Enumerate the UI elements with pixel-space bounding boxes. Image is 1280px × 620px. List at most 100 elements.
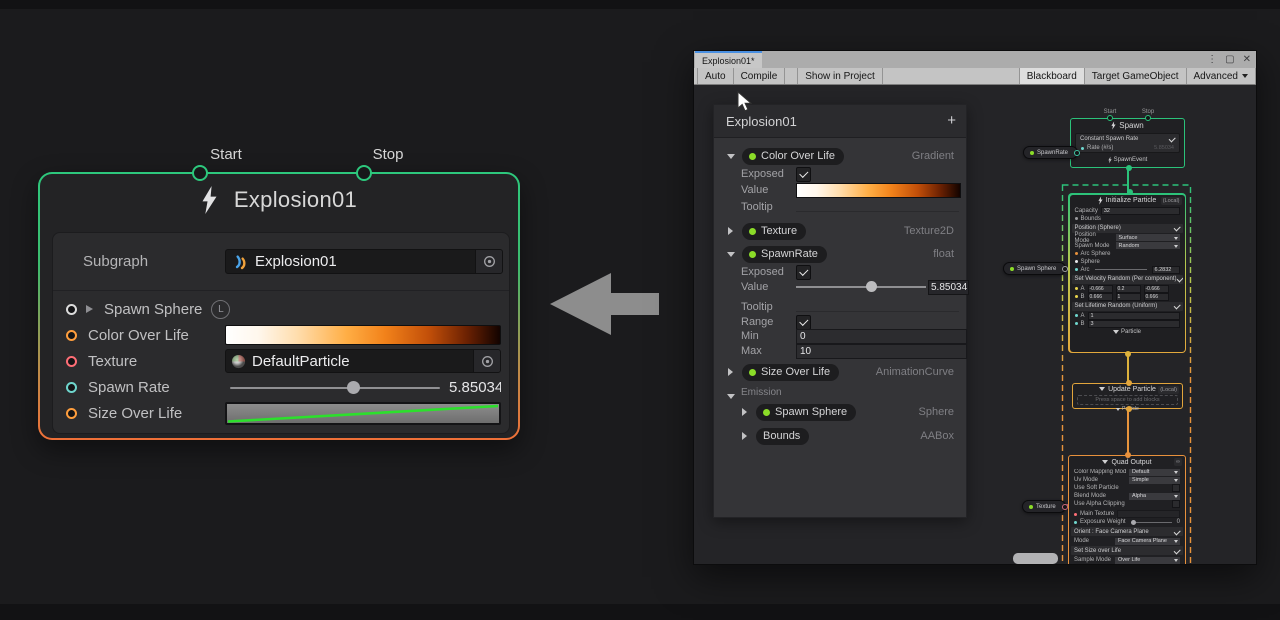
stop-flow-port[interactable] (356, 165, 372, 181)
spawn-stop-port[interactable] (1145, 115, 1151, 121)
quad-output-node[interactable]: Quad Output ∞ Color Mapping Mode Default… (1068, 455, 1186, 565)
a-y-field[interactable]: 0.2 (1116, 285, 1141, 293)
block-enabled-check-icon[interactable] (1169, 136, 1176, 143)
local-space-badge[interactable]: (Local) (1161, 197, 1182, 205)
orient-block[interactable]: Orient : Face Camera Plane (1071, 527, 1183, 536)
output-input-port[interactable] (1125, 452, 1131, 458)
exposure-weight-port[interactable] (1074, 521, 1077, 524)
param-row-texture[interactable]: Texture Texture2D (714, 222, 966, 240)
arc-sphere-port[interactable] (1075, 252, 1078, 255)
min-field[interactable]: 0 (796, 329, 967, 344)
blend-mode-dropdown[interactable]: Alpha (1129, 493, 1180, 500)
parameter-output-port[interactable] (1062, 504, 1068, 510)
slider-track[interactable] (230, 387, 440, 389)
blackboard-panel[interactable]: Explosion01 + Color Over Life Gradient E… (713, 104, 967, 518)
lifetime-b-field[interactable]: 3 (1088, 320, 1180, 328)
b-port[interactable] (1075, 322, 1078, 325)
position-mode-dropdown[interactable]: Surface (1116, 234, 1180, 241)
param-row-size-over-life[interactable]: Size Over Life AnimationCurve (714, 363, 966, 381)
soft-particle-checkbox[interactable] (1172, 484, 1180, 492)
local-space-badge[interactable]: (Local) (1158, 386, 1179, 394)
range-checkbox[interactable] (796, 315, 811, 330)
a-port[interactable] (1075, 287, 1078, 290)
update-output-port[interactable] (1126, 406, 1132, 412)
spawn-sphere-parameter-node[interactable]: Spawn Sphere (1003, 262, 1066, 275)
main-texture-field[interactable] (1117, 510, 1180, 518)
rate-port[interactable] (1081, 147, 1084, 150)
b-port[interactable] (1075, 295, 1078, 298)
render-state-badge[interactable]: ∞ (1174, 458, 1182, 466)
block-enabled-check-icon[interactable] (1173, 225, 1180, 232)
object-picker-button[interactable] (475, 250, 502, 273)
param-row-spawnrate[interactable]: SpawnRate float (714, 245, 966, 263)
chevron-down-icon[interactable] (727, 154, 735, 159)
particle-output[interactable]: Particle (1070, 328, 1185, 337)
param-pill[interactable]: Texture (742, 223, 806, 240)
arc-slider-track[interactable] (1095, 269, 1147, 270)
spawn-event-output[interactable]: SpawnEvent (1071, 155, 1184, 164)
spawn-context-node[interactable]: Start Stop Spawn Constant Spawn Rate Rat… (1070, 118, 1185, 168)
arc-value-field[interactable]: 6.2832 (1152, 266, 1180, 274)
lifetime-a-field[interactable]: 1 (1088, 312, 1180, 320)
spawnrate-parameter-node[interactable]: SpawnRate (1023, 146, 1078, 159)
constant-spawn-rate-block[interactable]: Constant Spawn Rate Rate (#/s) 5.85034 (1075, 133, 1180, 153)
chevron-right-icon[interactable] (728, 227, 733, 235)
b-z-field[interactable]: 0.666 (1144, 293, 1169, 301)
initialize-output-port[interactable] (1125, 351, 1131, 357)
tooltip-field[interactable] (796, 211, 959, 212)
capacity-field[interactable]: 32 (1101, 207, 1180, 215)
set-lifetime-random-block[interactable]: Set Lifetime Random (Uniform) (1072, 302, 1183, 311)
exposure-slider-track[interactable] (1131, 522, 1172, 523)
gradient-preview[interactable] (225, 325, 501, 345)
param-pill[interactable]: Size Over Life (742, 364, 839, 381)
parameter-output-port[interactable] (1074, 150, 1080, 156)
param-row-spawn-sphere[interactable]: Spawn Sphere Sphere (714, 403, 966, 421)
update-input-port[interactable] (1126, 380, 1132, 386)
exposed-checkbox[interactable] (796, 265, 811, 280)
param-pill[interactable]: Bounds (756, 428, 809, 445)
initialize-particle-node[interactable]: Initialize Particle (Local) Capacity 32 … (1068, 193, 1186, 353)
object-picker-button[interactable] (473, 350, 500, 372)
initialize-input-port[interactable] (1127, 189, 1133, 195)
block-enabled-check-icon[interactable] (1174, 528, 1181, 535)
b-x-field[interactable]: 0.666 (1088, 293, 1113, 301)
param-pill[interactable]: Color Over Life (742, 148, 844, 165)
parameter-node-partial[interactable] (1013, 553, 1058, 564)
expander-icon[interactable] (86, 305, 93, 313)
chevron-right-icon[interactable] (728, 368, 733, 376)
port-color-over-life[interactable] (66, 330, 77, 341)
block-enabled-check-icon[interactable] (1173, 303, 1180, 310)
slider-handle[interactable] (866, 281, 877, 292)
update-particle-node[interactable]: Update Particle (Local) Press space to a… (1072, 383, 1183, 409)
chevron-down-icon[interactable] (727, 252, 735, 257)
add-blocks-placeholder[interactable]: Press space to add blocks (1077, 395, 1178, 405)
spawnrate-value-field[interactable]: 5.85034 (928, 280, 969, 295)
exposed-checkbox[interactable] (796, 167, 811, 182)
chevron-right-icon[interactable] (742, 432, 747, 440)
texture-object-field[interactable]: DefaultParticle (225, 349, 501, 373)
slider-track[interactable] (796, 286, 926, 288)
b-y-field[interactable]: 1 (1116, 293, 1141, 301)
parameter-output-port[interactable] (1062, 266, 1068, 272)
port-spawn-rate[interactable] (66, 382, 77, 393)
initialize-node-header[interactable]: Initialize Particle (Local) (1070, 195, 1185, 207)
bounds-port[interactable] (1075, 217, 1078, 220)
spawn-output-port[interactable] (1126, 165, 1132, 171)
chevron-down-icon[interactable] (727, 394, 735, 399)
node-header[interactable]: Explosion01 (40, 186, 518, 214)
subgraph-object-field[interactable]: Explosion01 (225, 249, 503, 274)
arc-port[interactable] (1075, 268, 1078, 271)
curve-preview[interactable] (225, 402, 501, 425)
port-texture[interactable] (66, 356, 77, 367)
uv-mode-dropdown[interactable]: Simple (1129, 477, 1180, 484)
port-size-over-life[interactable] (66, 408, 77, 419)
texture-parameter-node[interactable]: Texture (1022, 500, 1066, 513)
block-enabled-check-icon[interactable] (1174, 547, 1181, 554)
color-mapping-dropdown[interactable]: Default (1129, 469, 1180, 476)
main-texture-port[interactable] (1074, 513, 1077, 516)
exposure-value[interactable]: 0 (1177, 519, 1180, 525)
a-x-field[interactable]: -0.666 (1088, 285, 1113, 293)
param-row-bounds[interactable]: Bounds AABox (714, 427, 966, 445)
sample-mode-dropdown[interactable]: Over Life (1115, 557, 1180, 564)
block-enabled-check-icon[interactable] (1176, 276, 1182, 283)
